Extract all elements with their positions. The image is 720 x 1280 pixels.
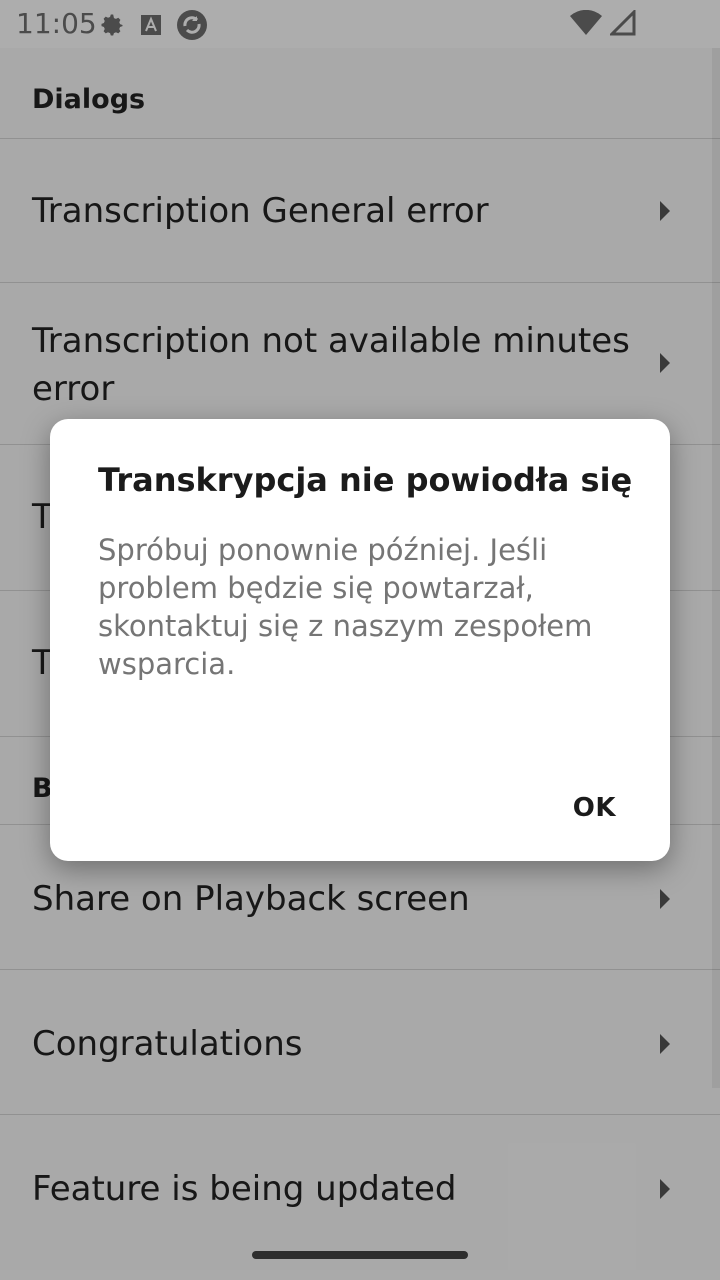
- gesture-nav-handle[interactable]: [252, 1251, 468, 1259]
- error-dialog: Transkrypcja nie powiodła się Spróbuj po…: [50, 419, 670, 861]
- ok-button[interactable]: OK: [573, 793, 616, 823]
- dialog-message: Spróbuj ponownie później. Jeśli problem …: [98, 533, 593, 681]
- dialog-title: Transkrypcja nie powiodła się: [98, 461, 633, 499]
